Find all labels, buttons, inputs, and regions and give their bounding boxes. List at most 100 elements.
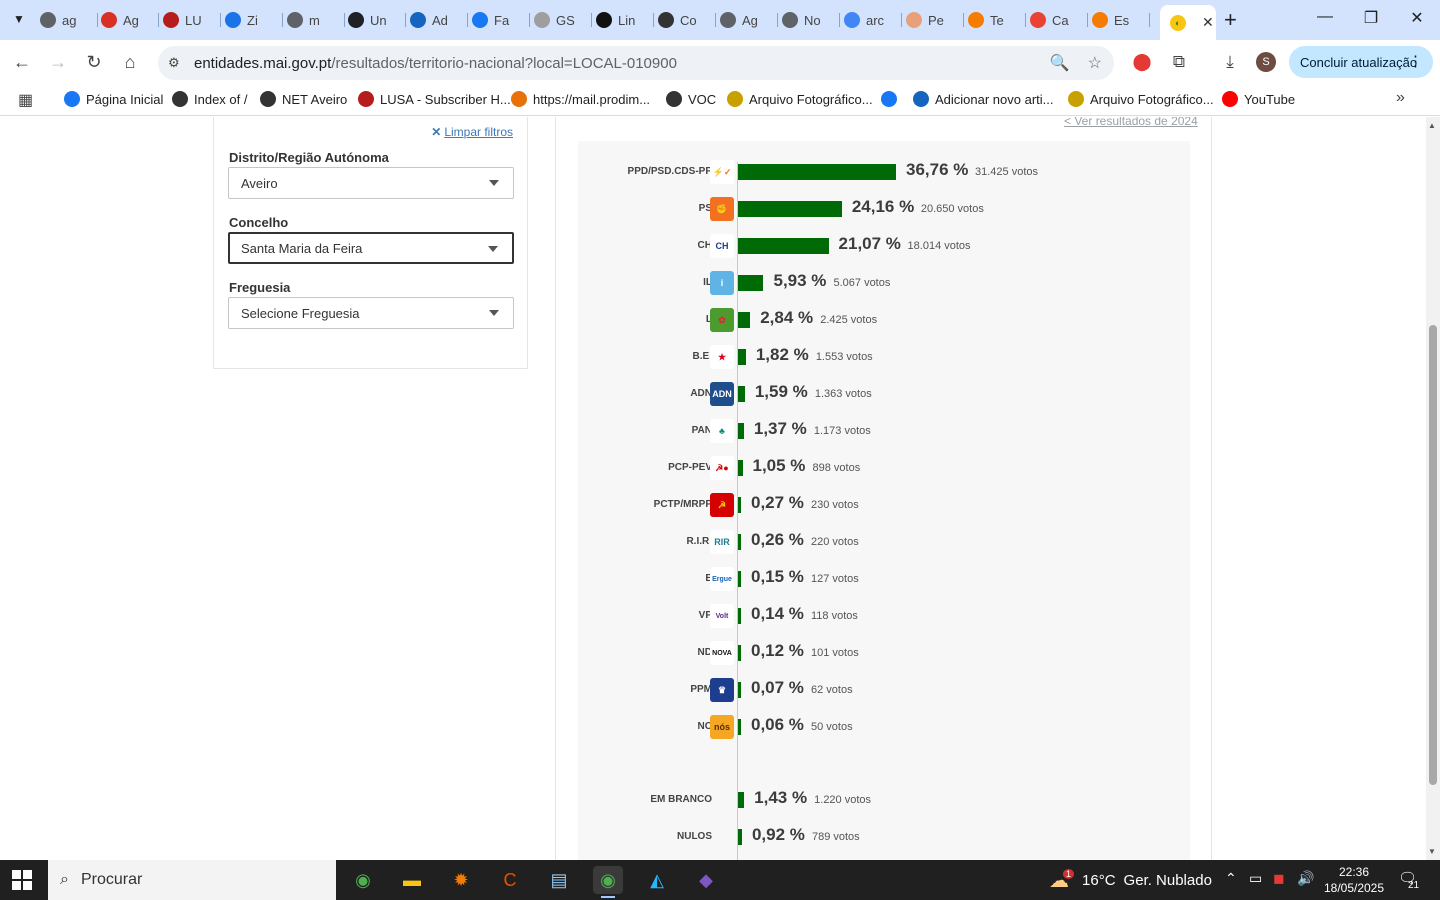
bookmark-2[interactable]: Index of /: [172, 91, 247, 107]
tab-14[interactable]: arc: [844, 6, 902, 34]
tab-16[interactable]: Te: [968, 6, 1026, 34]
district-select[interactable]: Aveiro: [228, 167, 514, 199]
bookmark-10[interactable]: Arquivo Fotográfico...: [1068, 91, 1214, 107]
tab-active[interactable]: ◐ ✕: [1160, 5, 1216, 40]
clear-filters-label: Limpar filtros: [444, 125, 513, 139]
county-select[interactable]: Santa Maria da Feira: [228, 232, 514, 264]
update-button[interactable]: Concluir atualização ⋮: [1289, 46, 1433, 78]
party-logo-icon: i: [710, 271, 734, 295]
extension-shield-icon[interactable]: ⬤: [1131, 52, 1153, 72]
tab-separator: [591, 13, 592, 27]
tab-2[interactable]: Ag: [101, 6, 159, 34]
weather-widget[interactable]: ☁ 1 16°C Ger. Nublado: [1049, 868, 1212, 893]
party-bar: [738, 719, 741, 735]
tab-search-chevron-icon[interactable]: ▼: [6, 6, 32, 32]
restore-button[interactable]: ❐: [1356, 8, 1386, 28]
party-votes: 101 votos: [811, 647, 859, 659]
party-bar: [738, 792, 745, 808]
update-button-label: Concluir atualização: [1300, 54, 1418, 70]
scroll-up-icon[interactable]: ▲: [1428, 121, 1436, 130]
download-icon[interactable]: ⤓: [1219, 52, 1241, 72]
tab-17[interactable]: Ca: [1030, 6, 1088, 34]
tab-15[interactable]: Pe: [906, 6, 964, 34]
party-votes: 1.220 votos: [814, 794, 872, 806]
tab-13[interactable]: No: [782, 6, 840, 34]
extensions-puzzle-icon[interactable]: ⧉: [1168, 52, 1190, 72]
tab-9[interactable]: GS: [534, 6, 592, 34]
bookmark-6[interactable]: VOC: [666, 91, 716, 107]
clock[interactable]: 22:36 18/05/2025: [1318, 864, 1390, 896]
start-button[interactable]: [12, 870, 32, 890]
party-result-row: PCTP/MRPP ☭ 0,27 % 230 votos: [578, 490, 1190, 520]
tab-3[interactable]: LU: [163, 6, 221, 34]
search-icon: ⌕: [60, 871, 69, 888]
clear-filters-link[interactable]: ✕ Limpar filtros: [431, 125, 513, 139]
page-scrollbar[interactable]: ▲ ▼: [1426, 117, 1440, 860]
tab-6[interactable]: Un: [348, 6, 406, 34]
clear-x-icon: ✕: [431, 125, 442, 139]
app-tray-icon[interactable]: ◼: [1273, 870, 1285, 887]
new-tab-button[interactable]: +: [1224, 7, 1237, 33]
tab-favicon-icon: ◐: [1170, 14, 1186, 31]
tab-1[interactable]: ag: [40, 6, 98, 34]
document-app-icon[interactable]: ▤: [544, 866, 574, 894]
taskbar-search[interactable]: ⌕ Procurar: [48, 860, 336, 900]
party-name: PPM: [690, 684, 712, 695]
photos-app-icon[interactable]: ◭: [642, 866, 672, 894]
sun-app-icon[interactable]: ✹: [446, 866, 476, 894]
page-content: ✕ Limpar filtros Distrito/Região Autónoma…: [0, 117, 1426, 860]
previous-results-link[interactable]: < Ver resultados de 2024: [1064, 117, 1198, 128]
close-window-button[interactable]: ✕: [1402, 8, 1432, 28]
tab-12[interactable]: Ag: [720, 6, 778, 34]
bookmark-1[interactable]: Página Inicial: [64, 91, 163, 107]
chrome-active-app-icon[interactable]: ◉: [593, 866, 623, 898]
back-icon[interactable]: ←: [10, 52, 34, 73]
url-text[interactable]: entidades.mai.gov.pt/resultados/territor…: [194, 55, 677, 72]
bookmark-5[interactable]: https://mail.prodim...: [511, 91, 650, 107]
chrome-app-icon[interactable]: ◉: [348, 866, 378, 894]
party-logo-icon: Ergue: [710, 567, 734, 591]
bookmark-9[interactable]: Adicionar novo arti...: [913, 91, 1054, 107]
forward-icon[interactable]: →: [46, 52, 70, 73]
bookmark-4[interactable]: LUSA - Subscriber H...: [358, 91, 511, 107]
tray-chevron-icon[interactable]: ⌃: [1225, 870, 1237, 887]
network-icon[interactable]: ▭: [1249, 870, 1262, 887]
scrollbar-thumb[interactable]: [1429, 325, 1437, 785]
close-tab-icon[interactable]: ✕: [1202, 14, 1214, 31]
tab-separator: [1149, 13, 1150, 27]
tab-7[interactable]: Ad: [410, 6, 468, 34]
minimize-button[interactable]: —: [1310, 8, 1340, 26]
volume-icon[interactable]: 🔊: [1297, 870, 1314, 887]
bookmark-3[interactable]: NET Aveiro: [260, 91, 347, 107]
reload-icon[interactable]: ↻: [82, 52, 106, 73]
tab-8[interactable]: Fa: [472, 6, 530, 34]
zoom-icon[interactable]: 🔍: [1050, 53, 1070, 73]
address-bar[interactable]: ⚙ entidades.mai.gov.pt/resultados/territ…: [158, 46, 1114, 80]
bookmarks-overflow-icon[interactable]: »: [1396, 89, 1405, 107]
profile-avatar[interactable]: S: [1256, 52, 1276, 72]
apps-grid-icon[interactable]: ▦: [18, 90, 33, 110]
bookmark-star-icon[interactable]: ☆: [1088, 53, 1102, 73]
bookmark-8[interactable]: [881, 91, 903, 107]
bookmark-7[interactable]: Arquivo Fotográfico...: [727, 91, 873, 107]
scroll-down-icon[interactable]: ▼: [1428, 847, 1436, 856]
tab-4[interactable]: Zi: [225, 6, 283, 34]
site-info-icon[interactable]: ⚙: [168, 55, 186, 71]
parish-select[interactable]: Selecione Freguesia: [228, 297, 514, 329]
bookmark-11[interactable]: YouTube: [1222, 91, 1295, 107]
c-app-icon[interactable]: C: [495, 866, 525, 894]
party-result-row: PS ✊ 24,16 % 20.650 votos: [578, 194, 1190, 224]
party-percentage: 36,76 %: [906, 160, 969, 179]
file-explorer-icon[interactable]: ▬: [397, 866, 427, 894]
facebook-icon: [64, 91, 80, 107]
tab-18[interactable]: Es: [1092, 6, 1150, 34]
home-icon[interactable]: ⌂: [118, 52, 142, 73]
drop-app-icon[interactable]: ◆: [691, 866, 721, 894]
menu-dots-icon[interactable]: ⋮: [1408, 52, 1423, 70]
tab-10[interactable]: Lin: [596, 6, 654, 34]
party-bar: [738, 571, 741, 587]
tab-11[interactable]: Co: [658, 6, 716, 34]
tab-5[interactable]: m: [287, 6, 345, 34]
tab-favicon-icon: [472, 12, 488, 28]
party-logo-icon: ♣: [710, 419, 734, 443]
